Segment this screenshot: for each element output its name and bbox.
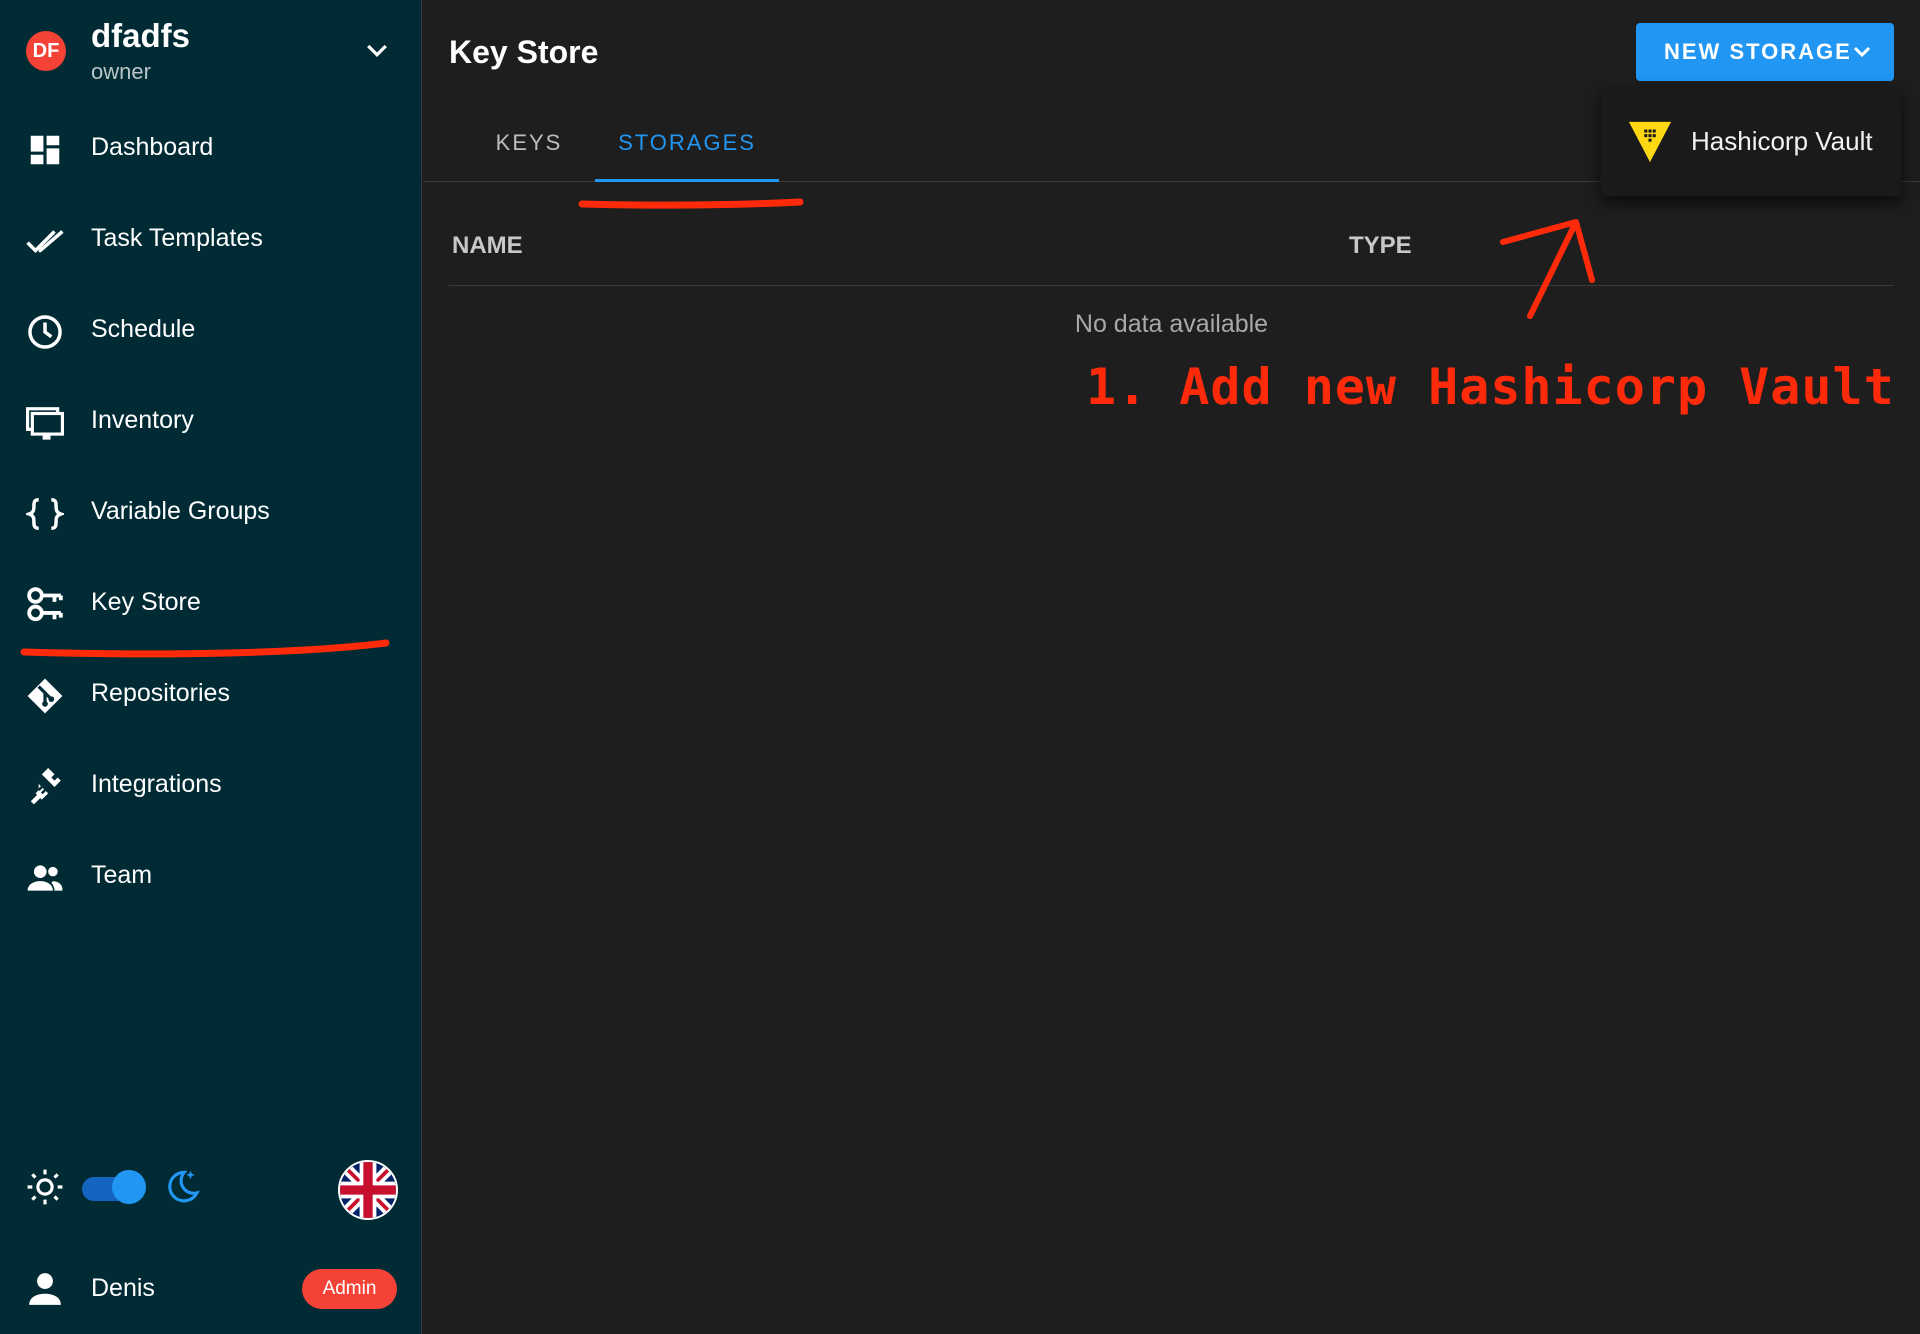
sidebar-item-label: Repositories xyxy=(91,679,230,707)
sidebar-item-label: Dashboard xyxy=(91,133,214,161)
main-content: Key Store NEW STORAGE KEYS STORAGES NAME… xyxy=(423,0,1920,1334)
sidebar-item-team[interactable]: Team xyxy=(0,837,422,917)
new-storage-label: NEW STORAGE xyxy=(1664,39,1852,64)
project-name: dfadfs xyxy=(91,17,190,54)
user-icon xyxy=(29,1273,61,1305)
sidebar-item-label: Schedule xyxy=(91,315,196,343)
annotation-text: 1. Add new Hashicorp Vault xyxy=(1086,358,1895,416)
team-icon xyxy=(27,865,63,891)
dark-mode-toggle-knob[interactable] xyxy=(112,1170,146,1204)
column-header-name[interactable]: NAME xyxy=(452,232,523,260)
dashboard-icon xyxy=(30,135,60,165)
sun-icon xyxy=(27,1169,63,1205)
sidebar: DF dfadfs owner Dashboard Task Templates… xyxy=(0,0,422,1334)
clock-icon xyxy=(28,315,62,349)
admin-badge: Admin xyxy=(302,1269,397,1309)
page-title: Key Store xyxy=(449,34,599,70)
sidebar-item-label: Inventory xyxy=(91,406,194,434)
tab-keys[interactable]: KEYS xyxy=(449,104,609,182)
menu-item-hashicorp-vault[interactable]: Hashicorp Vault xyxy=(1601,88,1901,196)
table-header: NAME TYPE xyxy=(449,218,1894,286)
braces-icon xyxy=(26,498,64,530)
sidebar-item-label: Variable Groups xyxy=(91,497,270,525)
sidebar-item-integrations[interactable]: Integrations xyxy=(0,746,422,826)
user-menu[interactable]: Denis Admin xyxy=(0,1250,422,1328)
sidebar-item-inventory[interactable]: Inventory xyxy=(0,382,422,462)
sidebar-item-label: Task Templates xyxy=(91,224,263,252)
project-switcher[interactable]: DF dfadfs owner xyxy=(0,0,422,104)
menu-item-label: Hashicorp Vault xyxy=(1691,126,1873,156)
sidebar-item-key-store[interactable]: Key Store xyxy=(0,564,422,644)
new-storage-dropdown: Hashicorp Vault xyxy=(1601,88,1901,196)
monitor-icon xyxy=(26,407,64,440)
sidebar-item-label: Integrations xyxy=(91,770,222,798)
tab-storages[interactable]: STORAGES xyxy=(595,104,779,182)
active-tab-indicator xyxy=(595,179,779,182)
sidebar-item-task-templates[interactable]: Task Templates xyxy=(0,200,422,280)
plug-icon xyxy=(30,768,61,805)
git-icon xyxy=(27,678,63,714)
moon-icon xyxy=(168,1170,200,1203)
sidebar-item-label: Team xyxy=(91,861,153,889)
project-role: owner xyxy=(91,59,151,84)
new-storage-button[interactable]: NEW STORAGE xyxy=(1636,23,1894,81)
chevron-down-icon[interactable] xyxy=(362,36,392,66)
uk-flag-icon[interactable] xyxy=(338,1160,398,1220)
theme-switcher xyxy=(0,1150,422,1224)
sidebar-item-repositories[interactable]: Repositories xyxy=(0,655,422,735)
sidebar-item-schedule[interactable]: Schedule xyxy=(0,291,422,371)
sidebar-item-dashboard[interactable]: Dashboard xyxy=(0,109,422,189)
sidebar-item-label: Key Store xyxy=(91,588,201,616)
column-header-type[interactable]: TYPE xyxy=(1349,232,1412,260)
chevron-down-icon xyxy=(1853,46,1871,58)
project-avatar: DF xyxy=(26,31,66,71)
vault-icon xyxy=(1628,121,1672,163)
sidebar-item-variable-groups[interactable]: Variable Groups xyxy=(0,473,422,553)
empty-state: No data available xyxy=(1074,310,1269,338)
user-name: Denis xyxy=(91,1274,155,1302)
double-check-icon xyxy=(26,230,64,253)
key-icon xyxy=(27,587,63,622)
